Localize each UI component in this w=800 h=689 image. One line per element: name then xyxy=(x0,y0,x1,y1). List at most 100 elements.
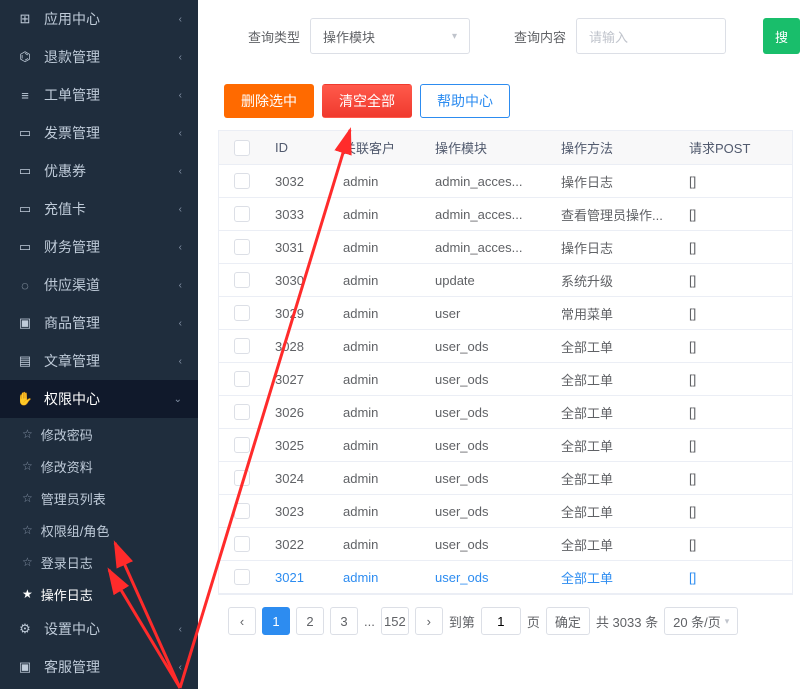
col-module[interactable]: 操作模块 xyxy=(425,132,551,163)
row-checkbox[interactable] xyxy=(234,503,250,519)
select-all-checkbox[interactable] xyxy=(234,140,250,156)
table-row[interactable]: 3028adminuser_ods全部工单[] xyxy=(219,330,792,363)
cell-post: [] xyxy=(679,168,789,195)
pager: ‹ 1 2 3 ... 152 › 到第 页 确定 共 3033 条 20 条/… xyxy=(218,607,800,635)
pager-page-last[interactable]: 152 xyxy=(381,607,409,635)
sidebar-sub-10-3[interactable]: ☆权限组/角色 xyxy=(0,514,198,546)
pager-goto-input[interactable] xyxy=(481,607,521,635)
row-checkbox[interactable] xyxy=(234,470,250,486)
sidebar-item-6[interactable]: ▭财务管理‹ xyxy=(0,228,198,266)
cell-post: [] xyxy=(679,432,789,459)
row-checkbox[interactable] xyxy=(234,569,250,585)
sidebar-item-label: 客服管理 xyxy=(44,657,179,677)
pager-prev-button[interactable]: ‹ xyxy=(228,607,256,635)
cell-module: admin_acces... xyxy=(425,201,551,228)
row-checkbox[interactable] xyxy=(234,338,250,354)
sidebar-item-7[interactable]: ◌供应渠道‹ xyxy=(0,266,198,304)
clear-all-label: 清空全部 xyxy=(339,91,395,111)
row-checkbox[interactable] xyxy=(234,173,250,189)
sidebar-sub-10-4[interactable]: ☆登录日志 xyxy=(0,546,198,578)
cell-post: [] xyxy=(679,234,789,261)
row-checkbox[interactable] xyxy=(234,536,250,552)
sidebar-item-11[interactable]: ⚙设置中心‹ xyxy=(0,610,198,648)
table-row[interactable]: 3021adminuser_ods全部工单[] xyxy=(219,561,792,594)
table-row[interactable]: 3032adminadmin_acces...操作日志[] xyxy=(219,165,792,198)
row-checkbox[interactable] xyxy=(234,206,250,222)
row-checkbox[interactable] xyxy=(234,239,250,255)
col-id[interactable]: ID xyxy=(265,134,333,161)
sidebar-sub-10-1[interactable]: ☆修改资料 xyxy=(0,450,198,482)
table-row[interactable]: 3025adminuser_ods全部工单[] xyxy=(219,429,792,462)
row-checkbox[interactable] xyxy=(234,437,250,453)
pager-next-button[interactable]: › xyxy=(415,607,443,635)
help-center-button[interactable]: 帮助中心 xyxy=(420,84,510,118)
sidebar-item-1[interactable]: ⌬退款管理‹ xyxy=(0,38,198,76)
row-checkbox[interactable] xyxy=(234,404,250,420)
pager-page-3[interactable]: 3 xyxy=(330,607,358,635)
table-row[interactable]: 3023adminuser_ods全部工单[] xyxy=(219,495,792,528)
table-row[interactable]: 3030adminupdate系统升级[] xyxy=(219,264,792,297)
sidebar-item-4[interactable]: ▭优惠券‹ xyxy=(0,152,198,190)
cell-method: 常用菜单 xyxy=(551,298,679,329)
sidebar-item-10[interactable]: ✋权限中心⌄ xyxy=(0,380,198,418)
cell-id: 3023 xyxy=(265,498,333,525)
cell-method: 全部工单 xyxy=(551,562,679,593)
cell-user: admin xyxy=(333,201,425,228)
pager-goto-prefix: 到第 xyxy=(449,612,475,631)
search-button[interactable]: 搜 xyxy=(763,18,800,54)
row-checkbox[interactable] xyxy=(234,371,250,387)
sidebar-item-5[interactable]: ▭充值卡‹ xyxy=(0,190,198,228)
sidebar-icon: ✋ xyxy=(16,390,34,408)
sidebar-item-8[interactable]: ▣商品管理‹ xyxy=(0,304,198,342)
cell-module: user_ods xyxy=(425,399,551,426)
pager-perpage-select[interactable]: 20 条/页 ▾ xyxy=(664,607,738,635)
delete-selected-button[interactable]: 删除选中 xyxy=(224,84,314,118)
sidebar-sub-label: 管理员列表 xyxy=(41,489,106,508)
cell-post: [] xyxy=(679,465,789,492)
table-row[interactable]: 3027adminuser_ods全部工单[] xyxy=(219,363,792,396)
sidebar-item-label: 商品管理 xyxy=(44,313,179,333)
table-row[interactable]: 3022adminuser_ods全部工单[] xyxy=(219,528,792,561)
sidebar-item-3[interactable]: ▭发票管理‹ xyxy=(0,114,198,152)
sidebar-sub-10-5[interactable]: ★操作日志 xyxy=(0,578,198,610)
table-row[interactable]: 3029adminuser常用菜单[] xyxy=(219,297,792,330)
pager-page-1[interactable]: 1 xyxy=(262,607,290,635)
col-method[interactable]: 操作方法 xyxy=(551,132,679,163)
cell-user: admin xyxy=(333,399,425,426)
col-post[interactable]: 请求POST xyxy=(679,132,789,163)
chevron-left-icon: ‹ xyxy=(179,14,182,25)
pager-confirm-button[interactable]: 确定 xyxy=(546,607,590,635)
cell-post: [] xyxy=(679,399,789,426)
row-checkbox[interactable] xyxy=(234,272,250,288)
cell-user: admin xyxy=(333,168,425,195)
pager-ellipsis: ... xyxy=(364,614,375,629)
star-icon: ☆ xyxy=(22,427,33,441)
table-row[interactable]: 3026adminuser_ods全部工单[] xyxy=(219,396,792,429)
chevron-left-icon: ‹ xyxy=(179,356,182,367)
action-bar: 删除选中 清空全部 帮助中心 xyxy=(218,84,800,118)
sidebar-sub-label: 操作日志 xyxy=(41,585,93,604)
caret-down-icon: ▾ xyxy=(452,31,457,42)
table-row[interactable]: 3033adminadmin_acces...查看管理员操作...[] xyxy=(219,198,792,231)
clear-all-button[interactable]: 清空全部 xyxy=(322,84,412,118)
sidebar-item-2[interactable]: ≡工单管理‹ xyxy=(0,76,198,114)
sidebar-sub-10-2[interactable]: ☆管理员列表 xyxy=(0,482,198,514)
sidebar-item-label: 应用中心 xyxy=(44,9,179,29)
delete-selected-label: 删除选中 xyxy=(241,91,297,111)
filter-type-select[interactable]: 操作模块 ▾ xyxy=(310,18,470,54)
table-header-row: ID 关联客户 操作模块 操作方法 请求POST xyxy=(219,131,792,165)
filter-content-input[interactable]: 请输入 xyxy=(576,18,726,54)
table-row[interactable]: 3024adminuser_ods全部工单[] xyxy=(219,462,792,495)
pager-page-2[interactable]: 2 xyxy=(296,607,324,635)
sidebar-sub-label: 权限组/角色 xyxy=(41,521,110,540)
sidebar-sub-10-0[interactable]: ☆修改密码 xyxy=(0,418,198,450)
sidebar-item-0[interactable]: ⊞应用中心‹ xyxy=(0,0,198,38)
row-checkbox[interactable] xyxy=(234,305,250,321)
sidebar-item-9[interactable]: ▤文章管理‹ xyxy=(0,342,198,380)
cell-id: 3022 xyxy=(265,531,333,558)
table-row[interactable]: 3031adminadmin_acces...操作日志[] xyxy=(219,231,792,264)
col-user[interactable]: 关联客户 xyxy=(333,132,425,163)
sidebar-icon: ▤ xyxy=(16,352,34,370)
cell-method: 全部工单 xyxy=(551,331,679,362)
sidebar-item-12[interactable]: ▣客服管理‹ xyxy=(0,648,198,686)
